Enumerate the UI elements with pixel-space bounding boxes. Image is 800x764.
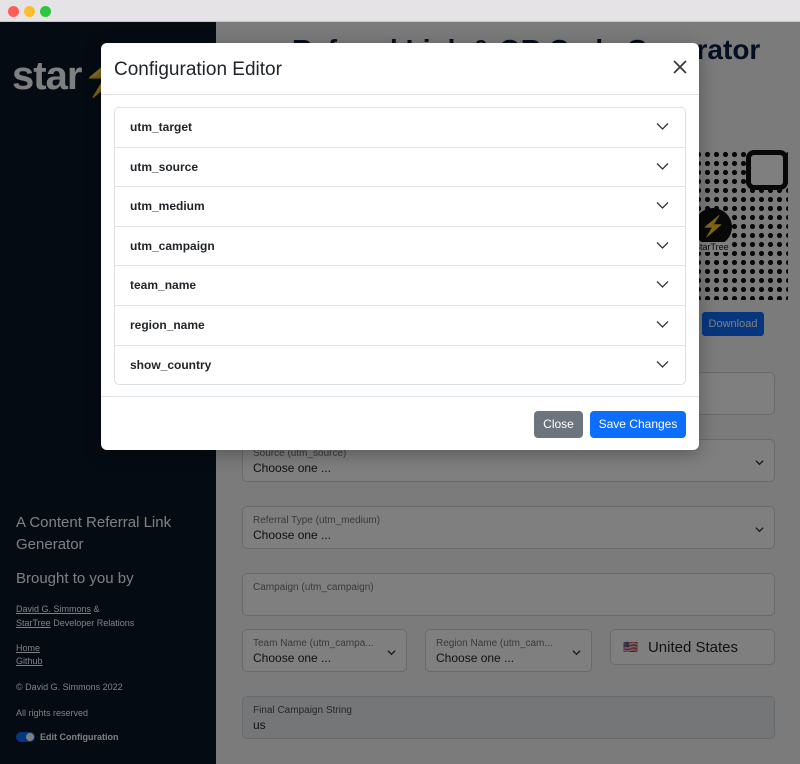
modal-header: Configuration Editor xyxy=(101,43,699,95)
chevron-down-icon xyxy=(656,281,669,289)
accordion-item-utm-campaign[interactable]: utm_campaign xyxy=(115,227,685,267)
accordion-label: utm_source xyxy=(130,159,199,174)
accordion-label: team_name xyxy=(130,278,197,293)
save-changes-button[interactable]: Save Changes xyxy=(590,411,686,438)
minimize-window-button[interactable] xyxy=(24,6,35,17)
chevron-down-icon xyxy=(656,360,669,368)
close-icon[interactable] xyxy=(673,60,687,74)
chevron-down-icon xyxy=(656,123,669,130)
modal-footer: Close Save Changes xyxy=(101,396,699,450)
accordion-label: show_country xyxy=(130,357,212,372)
chevron-down-icon xyxy=(656,202,669,210)
accordion-label: utm_target xyxy=(130,120,193,134)
accordion-item-region-name[interactable]: region_name xyxy=(115,306,685,346)
accordion-item-show-country[interactable]: show_country xyxy=(115,346,685,386)
modal-title: Configuration Editor xyxy=(114,59,282,80)
configuration-editor-modal: Configuration Editor utm_target utm_sour… xyxy=(101,43,699,450)
chevron-down-icon xyxy=(656,241,669,249)
accordion-item-utm-medium[interactable]: utm_medium xyxy=(115,187,685,227)
accordion-label: region_name xyxy=(130,317,205,332)
close-window-button[interactable] xyxy=(8,6,19,17)
chevron-down-icon xyxy=(656,162,669,170)
accordion-item-team-name[interactable]: team_name xyxy=(115,266,685,306)
zoom-window-button[interactable] xyxy=(40,6,51,17)
window-titlebar xyxy=(0,0,800,22)
accordion-item-utm-source[interactable]: utm_source xyxy=(115,148,685,188)
accordion-item-utm-target[interactable]: utm_target xyxy=(115,108,685,148)
config-accordion: utm_target utm_source utm_medium utm_cam… xyxy=(114,107,686,385)
close-button[interactable]: Close xyxy=(534,411,583,438)
chevron-down-icon xyxy=(656,321,669,328)
accordion-label: utm_medium xyxy=(130,199,205,214)
accordion-label: utm_campaign xyxy=(130,238,215,253)
